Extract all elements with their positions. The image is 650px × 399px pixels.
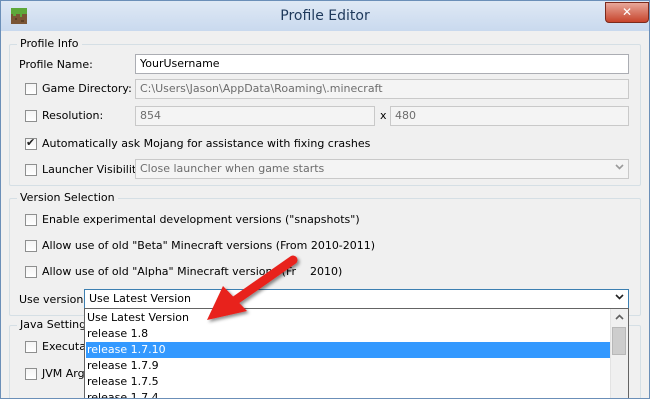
red-annotation-arrow-icon	[207, 255, 298, 320]
profile-editor-window: Profile Editor ✕ Profile Info Profile Na…	[0, 0, 650, 399]
